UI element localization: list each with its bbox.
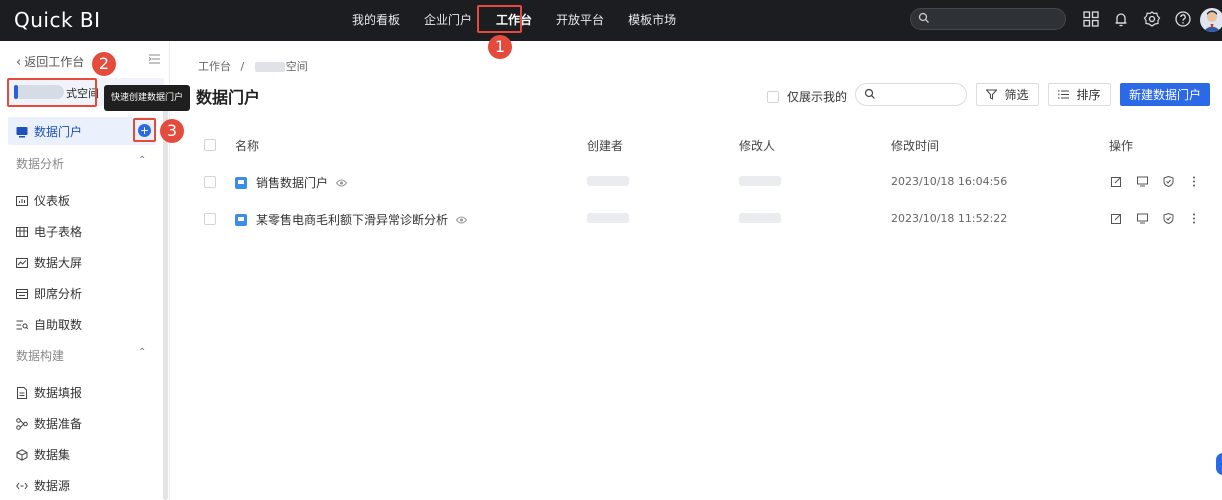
- modifier-blurred: [739, 176, 781, 186]
- filter-button[interactable]: 筛选: [976, 83, 1039, 106]
- table-row-name[interactable]: 销售数据门户: [235, 174, 348, 191]
- preview-screen-icon[interactable]: [1135, 211, 1149, 225]
- adhoc-icon: [16, 288, 28, 299]
- filter-icon: [986, 89, 998, 100]
- group-data-analysis[interactable]: 数据分析: [16, 155, 64, 172]
- breadcrumb-blurred-name: [254, 62, 285, 72]
- cube-icon: [16, 448, 28, 461]
- app-logo[interactable]: Quick BI: [14, 8, 101, 32]
- group-data-build[interactable]: 数据构建: [16, 347, 64, 364]
- collapse-sidebar-icon[interactable]: [149, 54, 160, 64]
- modified-time: 2023/10/18 16:04:56: [891, 175, 1008, 188]
- help-icon[interactable]: [1174, 10, 1192, 28]
- sidebar-item-data-fill[interactable]: 数据填报: [16, 384, 82, 401]
- sidebar-scrollbar[interactable]: [163, 85, 168, 500]
- annotation-box-workspace: [7, 78, 97, 107]
- only-mine-checkbox[interactable]: [767, 90, 779, 103]
- sidebar-item-dashboard[interactable]: 仪表板: [16, 192, 70, 209]
- sidebar-item-spreadsheet[interactable]: 电子表格: [16, 223, 82, 240]
- breadcrumb: 工作台 / 空间: [198, 58, 308, 74]
- global-search-input[interactable]: [910, 8, 1066, 30]
- breadcrumb-separator: /: [240, 60, 245, 73]
- sidebar-item-adhoc-analysis[interactable]: 即席分析: [16, 285, 82, 302]
- breadcrumb-root[interactable]: 工作台: [198, 60, 231, 73]
- row-checkbox[interactable]: [204, 213, 216, 225]
- creator-blurred: [587, 213, 629, 223]
- page-title: 数据门户: [196, 88, 261, 107]
- chevron-up-icon[interactable]: ⌃: [138, 155, 146, 166]
- flow-icon: [16, 417, 28, 430]
- nav-enterprise-portal[interactable]: 企业门户: [412, 0, 484, 41]
- help-assistant-button[interactable]: [1216, 453, 1222, 475]
- only-mine-toggle[interactable]: 仅展示我的: [767, 88, 847, 105]
- dashboard-icon: [16, 195, 28, 206]
- portal-icon: [235, 213, 247, 226]
- row-actions: [1109, 211, 1213, 225]
- portal-icon: [235, 176, 247, 189]
- monitor-icon: [16, 126, 28, 137]
- self-service-icon: [16, 320, 28, 329]
- nav-my-dashboard[interactable]: 我的看板: [340, 0, 412, 41]
- portal-search-input[interactable]: [855, 83, 967, 106]
- nav-open-platform[interactable]: 开放平台: [544, 0, 616, 41]
- sidebar-item-data-prep[interactable]: 数据准备: [16, 415, 82, 432]
- chevron-up-icon[interactable]: ⌃: [138, 347, 146, 358]
- more-options-icon[interactable]: [1187, 174, 1201, 188]
- eye-icon[interactable]: [456, 216, 468, 224]
- quick-create-tooltip: 快速创建数据门户: [104, 85, 190, 111]
- sort-button[interactable]: 排序: [1048, 83, 1111, 106]
- creator-blurred: [587, 176, 629, 186]
- nav-template-market[interactable]: 模板市场: [616, 0, 688, 41]
- edit-icon[interactable]: [1109, 174, 1123, 188]
- search-icon: [918, 12, 929, 23]
- annotation-badge-1: 1: [488, 35, 512, 59]
- screen-chart-icon: [16, 257, 28, 268]
- table-icon: [16, 226, 28, 237]
- row-actions: [1109, 174, 1213, 188]
- column-header-actions: 操作: [1109, 139, 1134, 153]
- gear-icon[interactable]: [1143, 10, 1161, 28]
- search-icon: [864, 88, 875, 99]
- modifier-blurred: [739, 213, 781, 223]
- permission-shield-icon[interactable]: [1161, 211, 1175, 225]
- sidebar-item-data-portal-label[interactable]: 数据门户: [16, 123, 82, 140]
- annotation-badge-3: 3: [160, 119, 184, 143]
- column-header-name[interactable]: 名称: [235, 137, 259, 154]
- annotation-box-quick-create: [133, 118, 156, 142]
- table-row-name[interactable]: 某零售电商毛利额下滑异常诊断分析: [235, 211, 468, 228]
- back-to-workbench-link[interactable]: ‹ 返回工作台: [16, 53, 84, 70]
- select-all-checkbox[interactable]: [204, 139, 216, 151]
- link-arrows-icon: [16, 482, 28, 489]
- breadcrumb-current: 空间: [285, 60, 308, 73]
- modified-time: 2023/10/18 11:52:22: [891, 212, 1008, 225]
- sort-icon: [1058, 90, 1070, 99]
- bell-icon[interactable]: [1112, 10, 1130, 28]
- eye-icon[interactable]: [336, 179, 348, 187]
- edit-icon[interactable]: [1109, 211, 1123, 225]
- column-header-creator[interactable]: 创建者: [587, 137, 623, 154]
- create-portal-button[interactable]: 新建数据门户: [1120, 83, 1210, 106]
- more-options-icon[interactable]: [1187, 211, 1201, 225]
- preview-screen-icon[interactable]: [1135, 174, 1149, 188]
- form-icon: [17, 386, 27, 399]
- top-bar: Quick BI 我的看板 企业门户 工作台 开放平台 模板市场: [0, 0, 1222, 41]
- sidebar-item-big-screen[interactable]: 数据大屏: [16, 254, 82, 271]
- row-checkbox[interactable]: [204, 176, 216, 188]
- sidebar-item-self-service[interactable]: 自助取数: [16, 316, 82, 333]
- apps-grid-icon[interactable]: [1082, 10, 1100, 28]
- sidebar-item-dataset[interactable]: 数据集: [16, 446, 70, 463]
- user-avatar[interactable]: [1200, 8, 1222, 32]
- column-header-modified-time[interactable]: 修改时间: [891, 137, 939, 154]
- annotation-badge-2: 2: [92, 52, 116, 76]
- chevron-left-icon: ‹: [16, 55, 22, 70]
- annotation-box-workbench: [477, 5, 522, 33]
- column-header-modifier[interactable]: 修改人: [739, 137, 775, 154]
- permission-shield-icon[interactable]: [1161, 174, 1175, 188]
- sidebar-item-datasource[interactable]: 数据源: [16, 477, 70, 494]
